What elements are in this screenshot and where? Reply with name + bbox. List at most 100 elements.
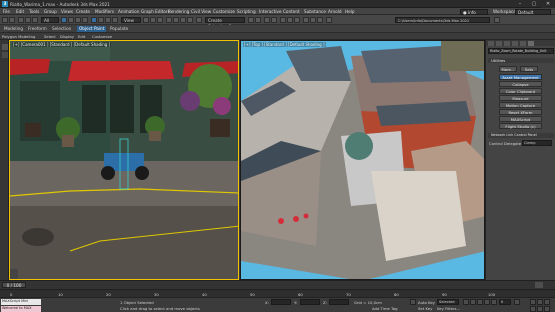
select-and-move-icon[interactable] bbox=[91, 16, 97, 23]
manipulate-icon[interactable] bbox=[150, 16, 156, 23]
zoom-all-icon[interactable] bbox=[537, 299, 543, 305]
spinner-snap-icon[interactable] bbox=[187, 16, 193, 23]
maxscript-listener-output[interactable]: Welcome to MAX bbox=[1, 305, 41, 312]
motion-capture-button[interactable]: Motion Capture bbox=[499, 102, 542, 108]
render-in-cloud-icon[interactable] bbox=[326, 16, 332, 23]
selection-filter-dropdown[interactable]: All bbox=[41, 16, 59, 23]
polygon-modeling-label[interactable]: Polygon Modeling bbox=[2, 34, 35, 39]
color-clipboard-button[interactable]: Color Clipboard bbox=[499, 88, 542, 94]
snaps-toggle-icon[interactable] bbox=[166, 16, 172, 23]
asset-management-button[interactable]: Asset Management bbox=[499, 74, 542, 80]
menu-interactive[interactable]: Interactive bbox=[259, 9, 282, 14]
named-selection-set-dropdown[interactable]: Create Selection Se bbox=[205, 16, 245, 29]
toggle-layer-explorer-icon[interactable] bbox=[271, 16, 277, 23]
scene-tab-edit[interactable]: Edit bbox=[78, 34, 85, 39]
project-path-field[interactable]: C:\Users\Info\Documents\3ds Max 2021 bbox=[395, 16, 490, 23]
time-configuration-icon[interactable] bbox=[514, 299, 520, 305]
viewport-top[interactable]: [+] [Top ] [Standard ] [Default Shading … bbox=[240, 40, 485, 280]
menu-tools[interactable]: Tools bbox=[29, 9, 39, 14]
key-mode-dropdown[interactable]: Selected bbox=[437, 299, 459, 305]
project-folder-icon[interactable] bbox=[494, 16, 500, 23]
undo-icon[interactable] bbox=[2, 16, 8, 23]
play-icon[interactable] bbox=[477, 299, 483, 305]
viewport-label-top[interactable]: [+] [Top ] [Standard ] [Default Shading … bbox=[243, 42, 326, 47]
utilities-tab-icon[interactable] bbox=[528, 40, 534, 46]
menu-help[interactable]: Help bbox=[345, 9, 355, 14]
pivot-center-icon[interactable] bbox=[143, 16, 149, 23]
select-and-place-icon[interactable] bbox=[112, 16, 118, 23]
menu-content[interactable]: Content bbox=[283, 9, 300, 14]
scene-tab-customize[interactable]: Customize bbox=[92, 34, 112, 39]
current-frame-field[interactable]: 0 bbox=[499, 299, 511, 305]
field-of-view-icon[interactable] bbox=[530, 306, 536, 312]
align-icon[interactable] bbox=[255, 16, 261, 23]
user-account-button[interactable]: ● info bbox=[460, 8, 488, 15]
close-button[interactable]: ✕ bbox=[541, 0, 555, 8]
orbit-icon[interactable] bbox=[544, 306, 550, 312]
menu-arnold[interactable]: Arnold bbox=[328, 9, 342, 14]
x-coordinate-field[interactable] bbox=[271, 299, 291, 305]
menu-views[interactable]: Views bbox=[61, 9, 73, 14]
reset-xform-button[interactable]: Reset XForm bbox=[499, 109, 542, 115]
go-to-end-icon[interactable] bbox=[491, 299, 497, 305]
scene-tab-display[interactable]: Display bbox=[60, 34, 74, 39]
auto-key-icon[interactable] bbox=[410, 299, 416, 305]
tab-object-paint[interactable]: Object Paint bbox=[77, 26, 107, 32]
motion-tab-icon[interactable] bbox=[512, 40, 518, 46]
rectangular-selection-icon[interactable] bbox=[75, 16, 81, 23]
create-tab-icon[interactable] bbox=[488, 40, 494, 46]
track-bar[interactable]: 0 10 20 30 40 50 60 70 80 90 100 bbox=[0, 289, 555, 297]
unlink-icon[interactable] bbox=[25, 16, 31, 23]
link-icon[interactable] bbox=[18, 16, 24, 23]
next-frame-icon[interactable] bbox=[484, 299, 490, 305]
reference-coordinate-dropdown[interactable]: View bbox=[121, 16, 141, 23]
render-setup-icon[interactable] bbox=[303, 16, 309, 23]
flight-studio-button[interactable]: Flight Studio (c) bbox=[499, 123, 542, 129]
menu-scripting[interactable]: Scripting bbox=[237, 9, 256, 14]
display-tab-icon[interactable] bbox=[520, 40, 526, 46]
toggle-scene-explorer-icon[interactable] bbox=[264, 16, 270, 23]
menu-customize[interactable]: Customize bbox=[213, 9, 235, 14]
go-to-start-icon[interactable] bbox=[463, 299, 469, 305]
menu-edit[interactable]: Edit bbox=[16, 9, 24, 14]
percent-snap-icon[interactable] bbox=[180, 16, 186, 23]
more-button[interactable]: More... bbox=[499, 66, 517, 72]
zoom-icon[interactable] bbox=[530, 299, 536, 305]
menu-graph-editors[interactable]: Graph Editors bbox=[141, 9, 170, 14]
menu-substance[interactable]: Substance bbox=[304, 9, 326, 14]
utilities-rollout-header[interactable]: Utilities bbox=[488, 58, 554, 63]
viewport-label-camera[interactable]: [+] [Camera001 ] [Standard ] [Default Sh… bbox=[12, 42, 112, 47]
select-by-name-icon[interactable] bbox=[68, 16, 74, 23]
maximize-button[interactable]: ▢ bbox=[527, 0, 541, 8]
menu-group[interactable]: Group bbox=[44, 9, 57, 14]
z-coordinate-field[interactable] bbox=[329, 299, 349, 305]
tab-populate[interactable]: Populate bbox=[108, 26, 130, 32]
curve-editor-icon[interactable] bbox=[280, 16, 286, 23]
sets-button[interactable]: Sets bbox=[520, 66, 538, 72]
rendered-frame-window-icon[interactable] bbox=[310, 16, 316, 23]
select-and-rotate-icon[interactable] bbox=[98, 16, 104, 23]
angle-snap-icon[interactable] bbox=[173, 16, 179, 23]
measure-button[interactable]: Measure bbox=[499, 95, 542, 101]
keyboard-shortcut-override-icon[interactable] bbox=[157, 16, 163, 23]
previous-frame-icon[interactable] bbox=[470, 299, 476, 305]
collapse-button[interactable]: Collapse bbox=[499, 81, 542, 87]
tab-modeling[interactable]: Modeling bbox=[2, 26, 25, 32]
window-crossing-icon[interactable] bbox=[82, 16, 88, 23]
pan-view-icon[interactable] bbox=[537, 306, 543, 312]
time-slider[interactable]: 0 / 100 bbox=[0, 280, 555, 289]
redo-icon[interactable] bbox=[9, 16, 15, 23]
tab-freeform[interactable]: Freeform bbox=[26, 26, 49, 32]
zoom-extents-icon[interactable] bbox=[544, 299, 550, 305]
add-time-tag-button[interactable]: Add Time Tag bbox=[372, 306, 397, 311]
edit-named-selection-icon[interactable] bbox=[196, 16, 202, 23]
select-object-icon[interactable] bbox=[61, 16, 67, 23]
viewport-camera[interactable]: [+] [Camera001 ] [Standard ] [Default Sh… bbox=[9, 40, 239, 280]
menu-file[interactable]: File bbox=[3, 9, 10, 14]
menu-civil-view[interactable]: Civil View bbox=[191, 9, 211, 14]
key-filters-button[interactable]: Key Filters... bbox=[437, 306, 460, 311]
mirror-icon[interactable] bbox=[248, 16, 254, 23]
scene-tab-select[interactable]: Select bbox=[44, 34, 56, 39]
time-slider-thumb[interactable]: 0 / 100 bbox=[2, 282, 26, 288]
network-link-rollout-header[interactable]: Network Link Control Panel bbox=[488, 133, 554, 138]
